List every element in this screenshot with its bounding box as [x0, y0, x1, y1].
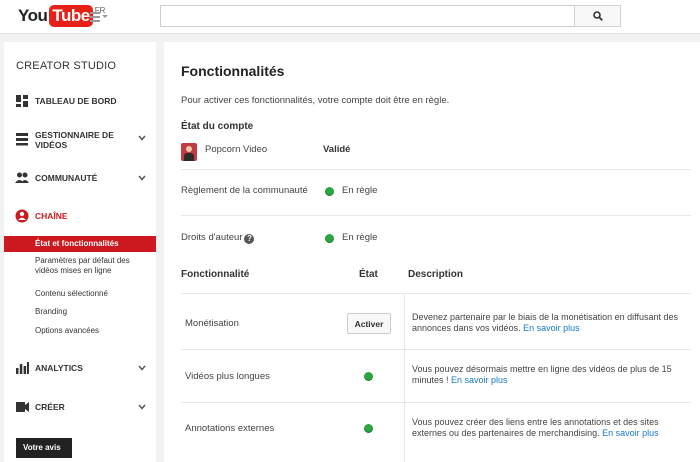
learn-more-link[interactable]: En savoir plus: [602, 428, 659, 438]
status-ok-icon: [325, 234, 334, 243]
feature-name-monetization: Monétisation: [185, 318, 239, 329]
divider: [181, 293, 691, 294]
status-ok-icon: [364, 372, 373, 381]
search-input[interactable]: [160, 5, 575, 27]
status-ok-icon: [325, 187, 334, 196]
feedback-button[interactable]: Votre avis: [16, 438, 72, 458]
community-guidelines-status: En règle: [342, 185, 378, 196]
column-header-description: Description: [408, 269, 464, 280]
community-guidelines-row: Règlement de la communauté En règle: [181, 185, 691, 199]
chevron-down-icon: [138, 135, 146, 141]
intro-text: Pour activer ces fonctionnalités, votre …: [181, 95, 450, 106]
sidebar-subitem-featured-content[interactable]: Contenu sélectionné: [4, 289, 156, 299]
chevron-down-icon: [138, 404, 146, 410]
sidebar-item-label: CRÉER: [35, 402, 65, 412]
avatar[interactable]: [181, 143, 197, 161]
learn-more-link[interactable]: En savoir plus: [451, 375, 508, 385]
sidebar-item-label: CHAÎNE: [35, 211, 68, 221]
copyright-label: Droits d'auteur?: [181, 232, 255, 244]
help-icon[interactable]: ?: [244, 234, 255, 244]
sidebar-subitem-upload-defaults[interactable]: Paramètres par défaut des vidéos mises e…: [4, 256, 134, 276]
channel-icon: [15, 209, 29, 223]
column-header-feature: Fonctionnalité: [181, 269, 250, 280]
sidebar-item-label: ANALYTICS: [35, 363, 83, 373]
sidebar-item-label: GESTIONNAIRE DE VIDÉOS: [35, 130, 114, 150]
dashboard-icon: [16, 95, 28, 107]
community-guidelines-label: Règlement de la communauté: [181, 185, 308, 196]
feature-desc-longer-videos: Vous pouvez désormais mettre en ligne de…: [412, 364, 672, 385]
divider: [181, 349, 691, 350]
sidebar-item-label: COMMUNAUTÉ: [35, 173, 98, 183]
logo-you-text: You: [18, 6, 48, 25]
divider: [181, 402, 691, 403]
feature-desc-monetization: Devenez partenaire par le biais de la mo…: [412, 312, 679, 333]
sidebar-title: CREATOR STUDIO: [16, 60, 117, 72]
search-icon: [593, 11, 603, 21]
copyright-status: En règle: [342, 232, 378, 243]
features-panel: Fonctionnalités Pour activer ces fonctio…: [164, 42, 700, 462]
chevron-down-icon: [138, 365, 146, 371]
logo-tube-text: Tube: [49, 5, 93, 27]
page-title: Fonctionnalités: [181, 63, 285, 79]
guide-menu-icon[interactable]: [90, 11, 108, 23]
account-status-heading: État du compte: [181, 121, 254, 132]
analytics-icon: [16, 362, 29, 374]
divider: [181, 169, 691, 170]
search-button[interactable]: [574, 5, 621, 27]
chevron-down-icon: [102, 15, 108, 18]
creator-studio-sidebar: CREATOR STUDIO TABLEAU DE BORD GESTIONNA…: [4, 42, 156, 462]
feature-name-external-annotations: Annotations externes: [185, 423, 275, 434]
feature-desc-external-annotations: Vous pouvez créer des liens entre les an…: [412, 417, 659, 438]
account-verified-status: Validé: [323, 144, 351, 155]
camera-icon: [16, 402, 29, 412]
sidebar-item-label: TABLEAU DE BORD: [35, 96, 117, 106]
sidebar-subitem-branding[interactable]: Branding: [4, 307, 156, 317]
account-row: Popcorn Video Validé: [181, 143, 691, 163]
sidebar-subitem-status-features[interactable]: État et fonctionnalités: [4, 236, 156, 252]
status-ok-icon: [364, 424, 373, 433]
column-divider: [404, 294, 405, 462]
sidebar-subitem-advanced[interactable]: Options avancées: [4, 326, 156, 336]
divider: [181, 215, 691, 216]
community-icon: [15, 172, 29, 183]
copyright-row: Droits d'auteur? En règle: [181, 232, 691, 246]
feature-name-longer-videos: Vidéos plus longues: [185, 371, 270, 382]
top-bar: You Tube FR: [0, 0, 700, 34]
chevron-down-icon: [138, 175, 146, 181]
video-manager-icon: [16, 133, 28, 146]
column-header-state: État: [359, 269, 378, 280]
learn-more-link[interactable]: En savoir plus: [523, 323, 580, 333]
account-name: Popcorn Video: [205, 144, 268, 155]
activate-monetization-button[interactable]: Activer: [347, 313, 391, 334]
